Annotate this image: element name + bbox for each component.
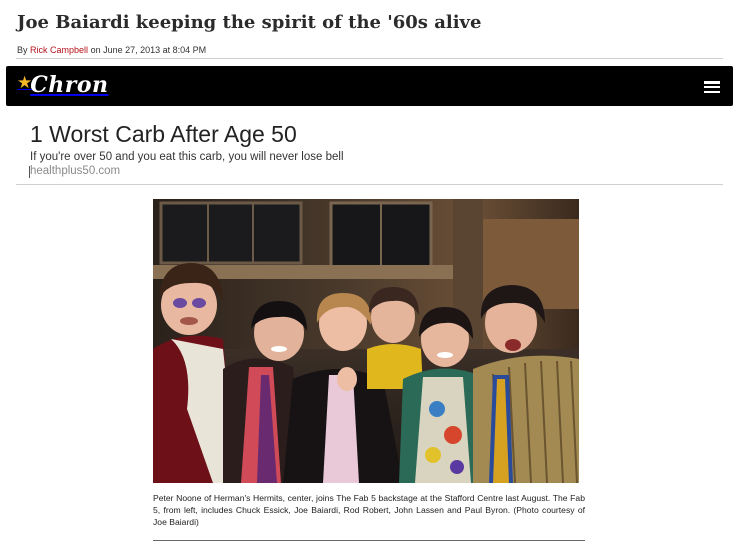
chron-logo-text: Chron <box>30 72 109 98</box>
sponsored-ad-title[interactable]: 1 Worst Carb After Age 50 <box>30 121 297 148</box>
sponsored-ad-description: If you're over 50 and you eat this carb,… <box>30 151 344 163</box>
divider <box>16 58 723 59</box>
byline: By Rick Campbell on June 27, 2013 at 8:0… <box>17 45 206 55</box>
photo-caption: Peter Noone of Herman's Hermits, center,… <box>153 493 585 527</box>
byline-prefix: By <box>17 45 28 55</box>
author-link[interactable]: Rick Campbell <box>30 45 88 55</box>
article-photo[interactable] <box>153 199 579 483</box>
divider <box>153 540 585 541</box>
byline-date: on June 27, 2013 at 8:04 PM <box>90 45 207 55</box>
chron-logo[interactable]: ★ Chron <box>17 72 109 98</box>
hamburger-menu-icon[interactable] <box>704 81 720 94</box>
chron-brand-bar: ★ Chron <box>6 66 733 106</box>
divider <box>16 184 723 185</box>
article-headline: Joe Baiardi keeping the spirit of the '6… <box>17 12 482 33</box>
sponsored-ad-source[interactable]: healthplus50.com <box>30 165 120 177</box>
